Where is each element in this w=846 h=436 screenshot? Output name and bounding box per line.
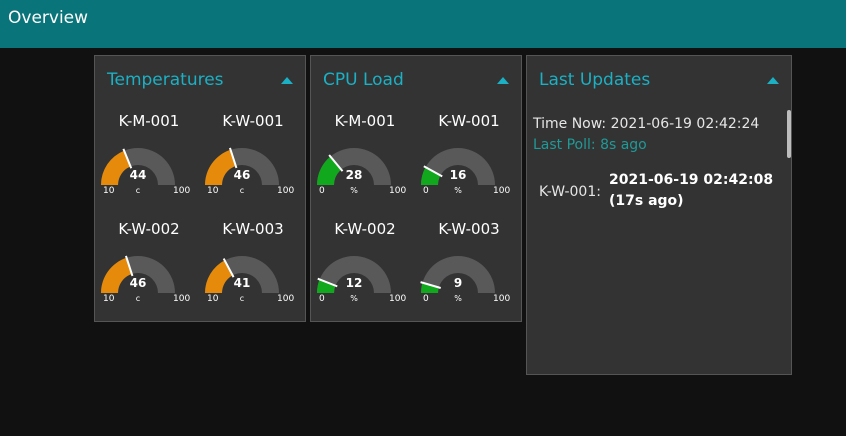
gauge-fill [101,257,132,293]
gauge-unit: % [454,294,462,303]
collapse-last-updates-icon[interactable] [767,77,779,84]
gauge-max-label: 100 [493,294,510,304]
gauge-max-label: 100 [389,186,406,196]
gauge-dial: 28% 0 100 [317,148,406,196]
gauge-value: 46 [234,168,251,182]
gauge-max-label: 100 [277,294,294,304]
cpu-load-panel: CPU Load K-M-001 28% 0 100 K-W-001 16% 0 100 K… [310,55,522,322]
gauge-unit: % [350,294,358,303]
temperatures-panel-header[interactable]: Temperatures [95,56,305,106]
gauge-min-label: 10 [207,294,219,304]
cpu-load-panel-header[interactable]: CPU Load [311,56,521,106]
last-poll: Last Poll: 8s ago [533,137,647,153]
page-title: Overview [8,8,89,28]
gauge-min-label: 0 [423,186,429,196]
gauge-max-label: 100 [389,294,406,304]
gauge-temp-k-m-001: K-M-001 44 c 10 100 [99,112,199,212]
cpu-load-panel-title: CPU Load [323,70,404,90]
gauge-temp-k-w-001: K-W-001 46 c 10 100 [203,112,303,212]
gauge-min-label: 10 [103,186,115,196]
gauge-unit: c [240,186,244,195]
gauge-cpu-k-w-002: K-W-002 12% 0 100 [315,220,415,320]
gauge-unit: c [136,294,140,303]
gauge-unit: c [240,294,244,303]
collapse-temperatures-icon[interactable] [281,77,293,84]
gauge-cpu-k-m-001: K-M-001 28% 0 100 [315,112,415,212]
header-bar: Overview [0,0,846,48]
gauge-value: 12 [346,276,363,290]
gauge-fill [205,149,236,185]
gauge-max-label: 100 [173,186,190,196]
gauge-value: 16 [450,168,467,182]
gauge-min-label: 10 [207,186,219,196]
gauge-cpu-k-w-001: K-W-001 16% 0 100 [419,112,519,212]
gauge-dial: 46 c 10 100 [101,255,190,304]
gauge-cpu-k-w-003: K-W-003 9% 0 100 [419,220,519,320]
gauge-temp-k-w-002: K-W-002 46 c 10 100 [99,220,199,320]
gauge-unit: c [136,186,140,195]
temperatures-panel: Temperatures K-M-001 44 c 10 100 K-W-001 46 c 1… [94,55,306,322]
last-updates-panel: Last Updates Time Now: 2021-06-19 02:42:… [526,55,792,375]
gauge-dial: 41 c 10 100 [205,256,294,304]
last-updates-panel-header[interactable]: Last Updates [527,56,791,106]
gauge-dial: 12% 0 100 [317,256,406,304]
gauge-max-label: 100 [277,186,294,196]
temperatures-panel-title: Temperatures [107,70,224,90]
update-row: K-W-001: 2021-06-19 02:42:08 (17s ago) [539,170,789,218]
update-host: K-W-001: [539,184,601,200]
gauge-value: 28 [346,168,363,182]
gauge-min-label: 0 [319,186,325,196]
collapse-cpu-load-icon[interactable] [497,77,509,84]
gauge-unit: % [350,186,358,195]
gauge-max-label: 100 [173,294,190,304]
gauge-value: 41 [234,276,251,290]
gauge-min-label: 10 [103,294,115,304]
last-updates-panel-title: Last Updates [539,70,651,90]
gauge-max-label: 100 [493,186,510,196]
scrollbar-thumb[interactable] [787,110,791,158]
gauge-value: 44 [130,168,147,182]
gauge-dial: 9% 0 100 [420,256,510,304]
update-age: (17s ago) [609,193,684,209]
gauge-dial: 44 c 10 100 [101,148,190,196]
gauge-min-label: 0 [423,294,429,304]
gauge-value: 46 [130,276,147,290]
time-now: Time Now: 2021-06-19 02:42:24 [533,116,760,132]
gauge-dial: 16% 0 100 [421,148,510,196]
update-time: 2021-06-19 02:42:08 [609,172,774,188]
gauge-unit: % [454,186,462,195]
last-updates-list[interactable]: Time Now: 2021-06-19 02:42:24 Last Poll:… [527,106,791,374]
gauge-dial: 46 c 10 100 [205,147,294,196]
update-timestamp: 2021-06-19 02:42:08 (17s ago) [609,170,773,212]
gauge-min-label: 0 [319,294,325,304]
gauge-value: 9 [454,276,462,290]
gauge-temp-k-w-003: K-W-003 41 c 10 100 [203,220,303,320]
